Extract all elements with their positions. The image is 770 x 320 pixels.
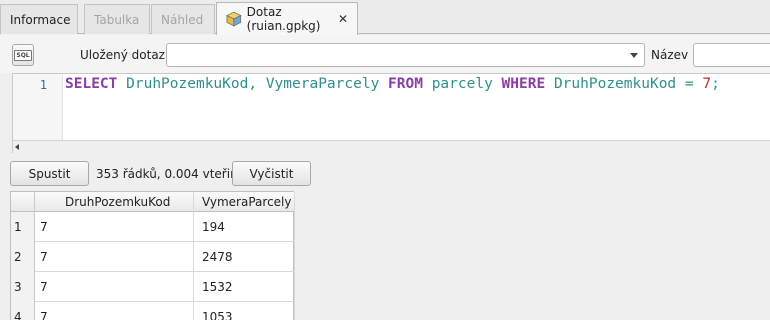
scroll-left-icon[interactable] [15, 144, 19, 150]
column-divider [193, 192, 194, 320]
sql-number: 7 [702, 76, 712, 92]
table-cell[interactable]: 7 [40, 250, 48, 264]
name-input[interactable] [693, 43, 770, 67]
chevron-down-icon[interactable] [630, 53, 638, 58]
sql-keyword: SELECT [65, 76, 118, 92]
results-table[interactable]: DruhPozemkuKod VymeraParcely 1 7 194 2 7… [10, 191, 295, 320]
table-cell[interactable]: 1053 [202, 310, 233, 320]
run-button[interactable]: Spustit [10, 161, 89, 186]
table-row[interactable]: 2 7 2478 [11, 242, 295, 272]
table-row[interactable]: 1 7 194 [11, 212, 295, 242]
sql-editor[interactable]: 1 SELECT DruhPozemkuKod, VymeraParcely F… [12, 73, 770, 153]
table-cell[interactable]: 7 [40, 310, 48, 320]
clear-button-label: Vyčistit [249, 166, 294, 181]
tab-informace[interactable]: Informace [0, 4, 78, 34]
result-info: 353 řádků, 0.004 vteřin [96, 167, 238, 181]
run-button-label: Spustit [28, 166, 71, 181]
row-header[interactable]: 1 [11, 212, 35, 242]
clear-button[interactable]: Vyčistit [232, 161, 311, 186]
column-header[interactable]: VymeraParcely [202, 195, 291, 209]
horizontal-scrollbar[interactable] [13, 140, 770, 153]
table-row[interactable]: 3 7 1532 [11, 272, 295, 302]
sql-identifier: VymeraParcely [265, 76, 380, 92]
table-cell[interactable]: 194 [202, 220, 225, 234]
sql-punctuation: , [248, 76, 258, 92]
tab-label: Tabulka [94, 12, 140, 27]
column-divider [294, 192, 295, 320]
line-number: 1 [39, 78, 47, 92]
table-header: DruhPozemkuKod VymeraParcely [11, 192, 295, 212]
row-header[interactable]: 4 [11, 302, 35, 320]
line-number-gutter: 1 [13, 74, 63, 140]
sql-identifier: parcely [431, 76, 493, 92]
sql-operator: = [684, 76, 694, 92]
database-query-icon [226, 11, 242, 27]
sql-identifier: DruhPozemkuKod [126, 76, 249, 92]
table-row[interactable]: 4 7 1053 [11, 302, 295, 320]
saved-query-select[interactable] [166, 43, 645, 67]
tab-tabulka[interactable]: Tabulka [84, 4, 150, 34]
sql-editor-button[interactable]: SQL [12, 44, 34, 66]
query-window: Informace Tabulka Náhled Dotaz (ruian.gp… [0, 0, 770, 320]
sql-code-line[interactable]: SELECT DruhPozemkuKod, VymeraParcely FRO… [65, 76, 720, 92]
run-bar: Spustit 353 řádků, 0.004 vteřin Vyčistit [0, 155, 770, 191]
table-cell[interactable]: 1532 [202, 280, 233, 294]
row-header[interactable]: 2 [11, 242, 35, 272]
sql-icon: SQL [14, 49, 32, 61]
sql-punctuation: ; [711, 76, 720, 92]
row-header[interactable]: 3 [11, 272, 35, 302]
table-corner[interactable] [11, 192, 35, 212]
table-cell[interactable]: 2478 [202, 250, 233, 264]
name-label: Název [651, 48, 689, 62]
sql-identifier: DruhPozemkuKod [553, 76, 677, 92]
tab-dotaz[interactable]: Dotaz (ruian.gpkg) ✕ [216, 2, 358, 35]
tab-nahled[interactable]: Náhled [151, 4, 215, 34]
saved-query-label: Uložený dotaz [80, 48, 165, 62]
table-cell[interactable]: 7 [40, 220, 48, 234]
tab-label: Náhled [161, 12, 204, 27]
tab-label: Informace [10, 12, 71, 27]
sql-keyword: FROM [388, 76, 423, 92]
sql-keyword: WHERE [501, 76, 546, 92]
column-header[interactable]: DruhPozemkuKod [65, 195, 170, 209]
tab-bar: Informace Tabulka Náhled Dotaz (ruian.gp… [0, 0, 770, 35]
query-toolbar: SQL Uložený dotaz Název [0, 35, 770, 73]
table-cell[interactable]: 7 [40, 280, 48, 294]
close-icon[interactable]: ✕ [338, 12, 348, 26]
